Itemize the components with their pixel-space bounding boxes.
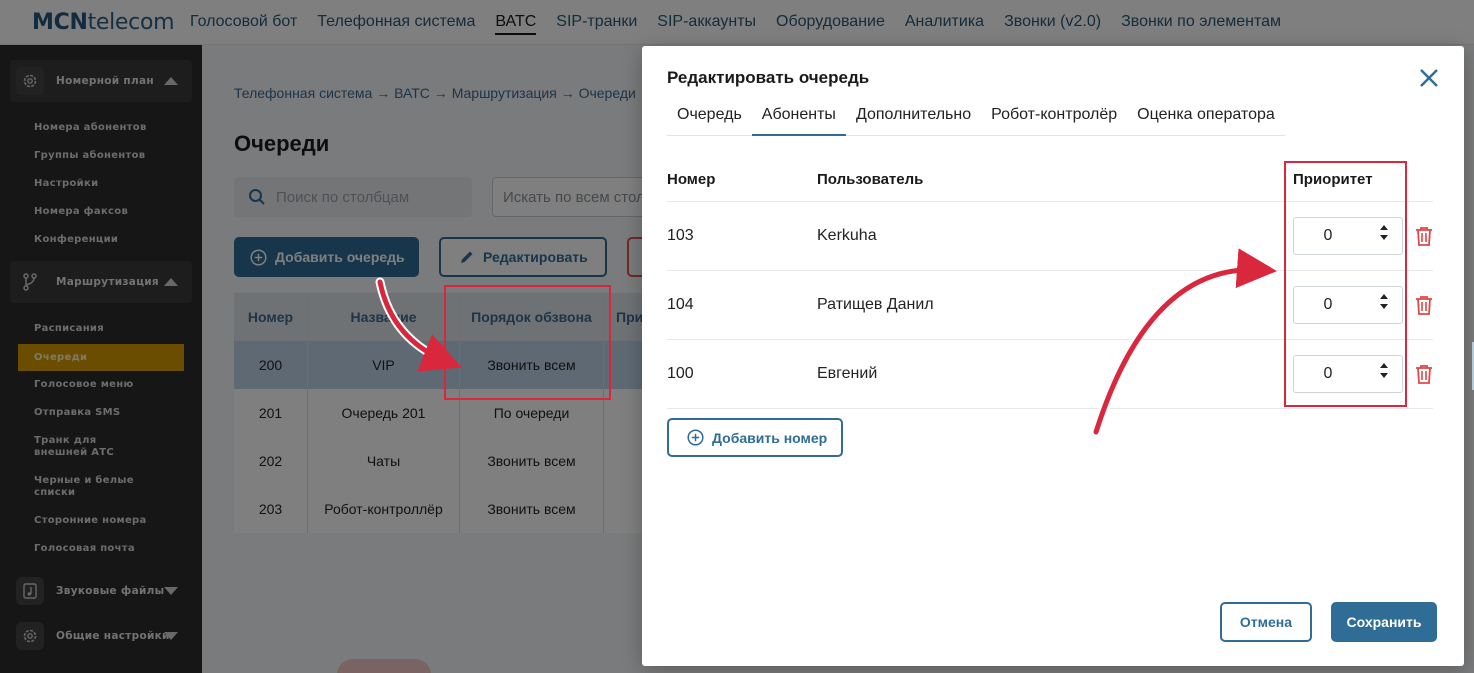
arrow-to-dial-order xyxy=(375,277,453,367)
annotation-arrows xyxy=(375,248,1277,437)
